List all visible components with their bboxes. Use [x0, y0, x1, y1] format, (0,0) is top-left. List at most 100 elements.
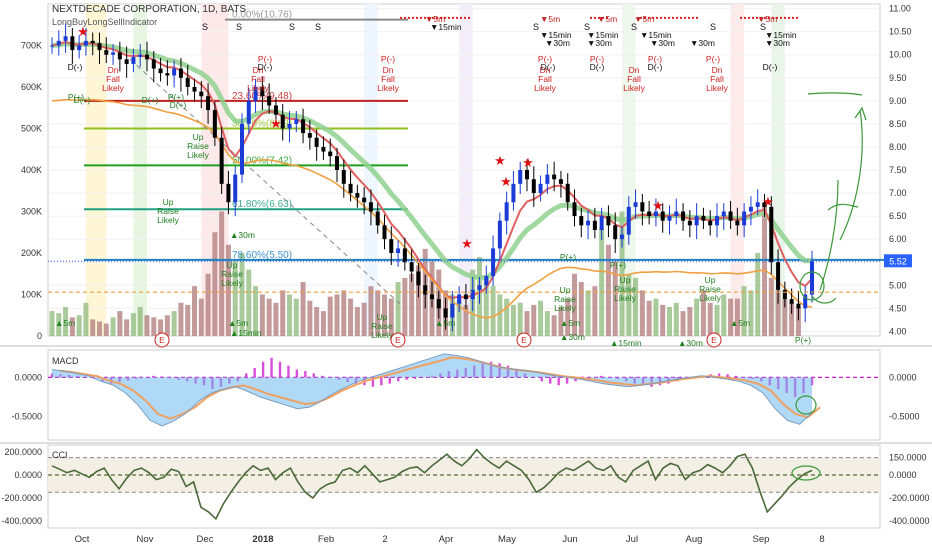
- macd-hist-bar: [152, 375, 155, 378]
- volume-bar: [755, 253, 761, 336]
- volume-bar: [531, 304, 537, 336]
- volume-bar: [354, 306, 360, 336]
- candle-body: [640, 202, 645, 212]
- volume-bar: [524, 311, 530, 336]
- volume-bar: [538, 300, 544, 336]
- candle-body: [504, 202, 509, 221]
- chart-canvas: 0.00%(10.76)23.60%(9.48)38.20%(8.69)50.0…: [0, 0, 932, 550]
- p-signal-label: P(+): [560, 252, 576, 262]
- x-axis-tick: Oct: [75, 534, 90, 545]
- volume-bar: [130, 313, 136, 336]
- candle-body: [667, 216, 672, 221]
- volume-axis-tick: 200K: [21, 248, 42, 258]
- candle-body: [151, 59, 156, 69]
- candle-body: [267, 96, 272, 106]
- candle-body: [158, 68, 163, 74]
- volume-bar: [605, 244, 611, 336]
- candle-body: [77, 45, 82, 51]
- macd-hist-bar: [540, 377, 543, 382]
- cci-axis-tick-left: 0.0000: [14, 470, 42, 480]
- macd-hist-bar: [261, 361, 265, 378]
- buy-timeframe-label: ▲30m: [230, 230, 255, 240]
- timeframe-5m-label: ▼5m: [757, 14, 777, 24]
- sell-s-marker: S: [315, 22, 321, 32]
- candle-body: [70, 36, 75, 51]
- macd-hist-bar: [245, 373, 248, 378]
- candle-body: [552, 174, 557, 180]
- candle-body: [355, 193, 360, 198]
- candle-body: [178, 68, 183, 78]
- candle-body: [470, 289, 475, 300]
- volume-bar: [320, 311, 326, 336]
- volume-bar: [280, 290, 286, 336]
- volume-bar: [293, 298, 299, 336]
- x-axis-tick: 2: [382, 534, 387, 545]
- volume-bar: [497, 294, 503, 336]
- sell-s-marker: S: [533, 22, 539, 32]
- x-axis-tick: Dec: [197, 534, 214, 545]
- macd-hist-bar: [549, 377, 552, 384]
- macd-axis-tick-left: -0.5000: [11, 412, 42, 422]
- x-axis-tick: 8: [819, 534, 824, 545]
- star-marker: ★: [522, 155, 534, 170]
- macd-axis-tick-right: 0.0000: [889, 372, 917, 382]
- candle-body: [104, 50, 109, 55]
- event-e-label: E: [395, 335, 401, 345]
- macd-axis-tick-right: -0.5000: [889, 412, 920, 422]
- sell-s-marker: S: [710, 22, 716, 32]
- buy-timeframe-label: ▲5m: [435, 318, 455, 328]
- volume-bar: [361, 302, 367, 336]
- timeframe-30m-label: ▼30m: [765, 38, 790, 48]
- macd-hist-bar: [278, 361, 282, 378]
- price-axis-tick: 10.50: [889, 27, 912, 37]
- dn-fall-likely-label: Likely: [377, 83, 399, 93]
- volume-bar: [768, 277, 774, 336]
- candle-body: [715, 216, 719, 226]
- volume-bar: [599, 228, 605, 336]
- candle-body: [287, 123, 292, 129]
- p-signal-label: P(+): [168, 92, 184, 102]
- candle-body: [592, 220, 597, 230]
- volume-bar: [198, 298, 204, 336]
- volume-bar: [653, 298, 659, 336]
- candle-body: [674, 211, 679, 217]
- candle-body: [613, 225, 618, 240]
- fib-level-label: 61.80%(6.63): [232, 199, 292, 210]
- candle-body: [233, 174, 238, 203]
- x-axis-tick: 2018: [252, 534, 273, 545]
- candle-body: [457, 294, 462, 304]
- indicator-title: LongBuyLongSellIndicator: [52, 17, 158, 27]
- timeframe-30m-label: ▼30m: [690, 38, 715, 48]
- candle-body: [416, 271, 421, 286]
- event-e-label: E: [711, 335, 717, 345]
- candle-body: [599, 216, 604, 230]
- price-axis-tick: 8.00: [889, 142, 907, 152]
- candle-body: [145, 54, 149, 60]
- volume-bar: [192, 286, 197, 336]
- volume-bar: [646, 300, 652, 336]
- p-signal-label: P(-): [706, 54, 720, 64]
- sell-s-marker: S: [236, 22, 242, 32]
- volume-bar: [49, 311, 55, 336]
- volume-bar: [83, 302, 89, 336]
- volume-axis-tick: 100K: [21, 290, 42, 300]
- candle-body: [681, 211, 686, 221]
- macd-title: MACD: [52, 356, 79, 366]
- candle-body: [131, 57, 136, 64]
- macd-hist-bar: [321, 375, 324, 378]
- candle-body: [626, 206, 631, 235]
- candle-body: [382, 225, 387, 240]
- candle-body: [687, 220, 692, 226]
- macd-hist-bar: [295, 369, 299, 378]
- volume-axis-tick: 0: [37, 331, 42, 341]
- candle-body: [450, 303, 455, 318]
- volume-bar: [171, 311, 177, 336]
- timeframe-5m-label: ▼5m: [634, 14, 654, 24]
- candle-body: [769, 206, 774, 263]
- volume-bar: [741, 286, 747, 336]
- volume-axis-tick: 700K: [21, 41, 42, 51]
- candle-body: [443, 308, 448, 318]
- volume-bar: [137, 306, 143, 336]
- p-signal-label: P(+): [795, 335, 811, 345]
- macd-axis-tick-left: 0.0000: [14, 372, 42, 382]
